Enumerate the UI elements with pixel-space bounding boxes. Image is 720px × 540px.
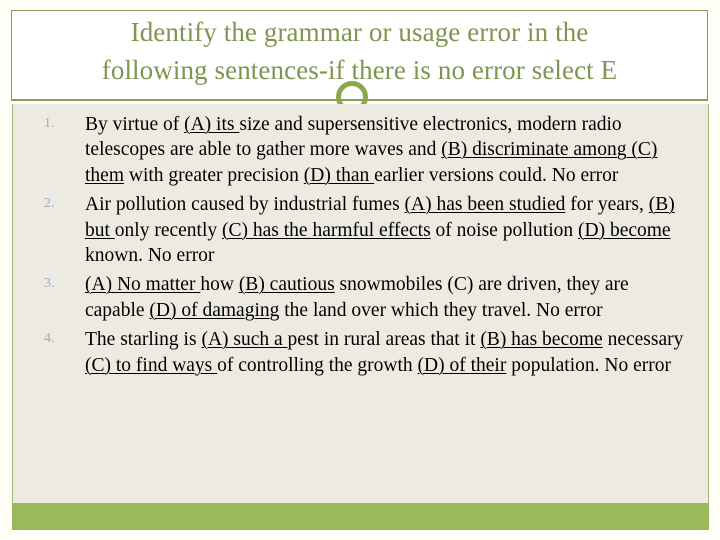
plain-text: how: [200, 274, 239, 296]
plain-text: for years,: [565, 194, 649, 216]
plain-text: earlier versions could. No error: [374, 164, 619, 186]
underlined-choice: (A) has been studied: [404, 194, 566, 216]
underlined-choice: (B) cautious: [238, 274, 335, 296]
slide-canvas: Identify the grammar or usage error in t…: [0, 0, 720, 540]
list-item-text: (A) No matter how (B) cautious snowmobil…: [85, 272, 705, 323]
list-item-number: 4.: [44, 331, 55, 347]
list-item: 3. (A) No matter how (B) cautious snowmob…: [12, 272, 705, 323]
plain-text: By virtue of: [85, 114, 185, 135]
list-item-text: The starling is (A) such a pest in rural…: [85, 327, 705, 378]
underlined-choice: (D) become: [578, 219, 671, 241]
list-item: 1. By virtue of (A) its size and supersen…: [12, 112, 705, 188]
list-item-number: 3.: [44, 276, 55, 292]
underlined-choice: (A) its: [184, 114, 240, 135]
plain-text: of noise pollution: [430, 219, 578, 241]
plain-text: known. No error: [85, 245, 215, 267]
list-item: 2. Air pollution caused by industrial fum…: [12, 192, 705, 268]
list-item-text: By virtue of (A) its size and supersensi…: [85, 112, 705, 188]
plain-text: with greater precision: [124, 164, 304, 186]
plain-text: the land over which they travel. No erro…: [279, 299, 603, 321]
list-item: 4. The starling is (A) such a pest in rur…: [12, 327, 705, 378]
page-title: Identify the grammar or usage error in t…: [101, 17, 618, 85]
plain-text: necessary: [602, 329, 684, 351]
underlined-choice: (A) No matter: [85, 274, 201, 296]
list-item-text: Air pollution caused by industrial fumes…: [85, 192, 705, 268]
plain-text: pest in rural areas that it: [287, 329, 481, 351]
footer-bar: [12, 503, 709, 530]
question-list: 1. By virtue of (A) its size and supersen…: [12, 112, 709, 382]
underlined-choice: (D) than: [303, 164, 375, 186]
plain-text: only recently: [114, 219, 223, 241]
underlined-choice: (C) has the harmful effects: [222, 219, 431, 241]
plain-text: of controlling the growth: [217, 354, 418, 376]
underlined-choice: (A) such a: [201, 329, 288, 351]
plain-text: Air pollution caused by industrial fumes: [85, 194, 405, 216]
list-item-number: 1.: [44, 116, 55, 131]
underlined-choice: (D) of damaging: [149, 299, 280, 321]
underlined-choice: (D) of their: [417, 354, 507, 376]
plain-text: The starling is: [85, 329, 202, 351]
underlined-choice: (B) has become: [480, 329, 603, 351]
list-item-number: 2.: [44, 196, 55, 212]
underlined-choice: (C) to find ways: [85, 354, 218, 376]
plain-text: population. No error: [506, 354, 671, 376]
